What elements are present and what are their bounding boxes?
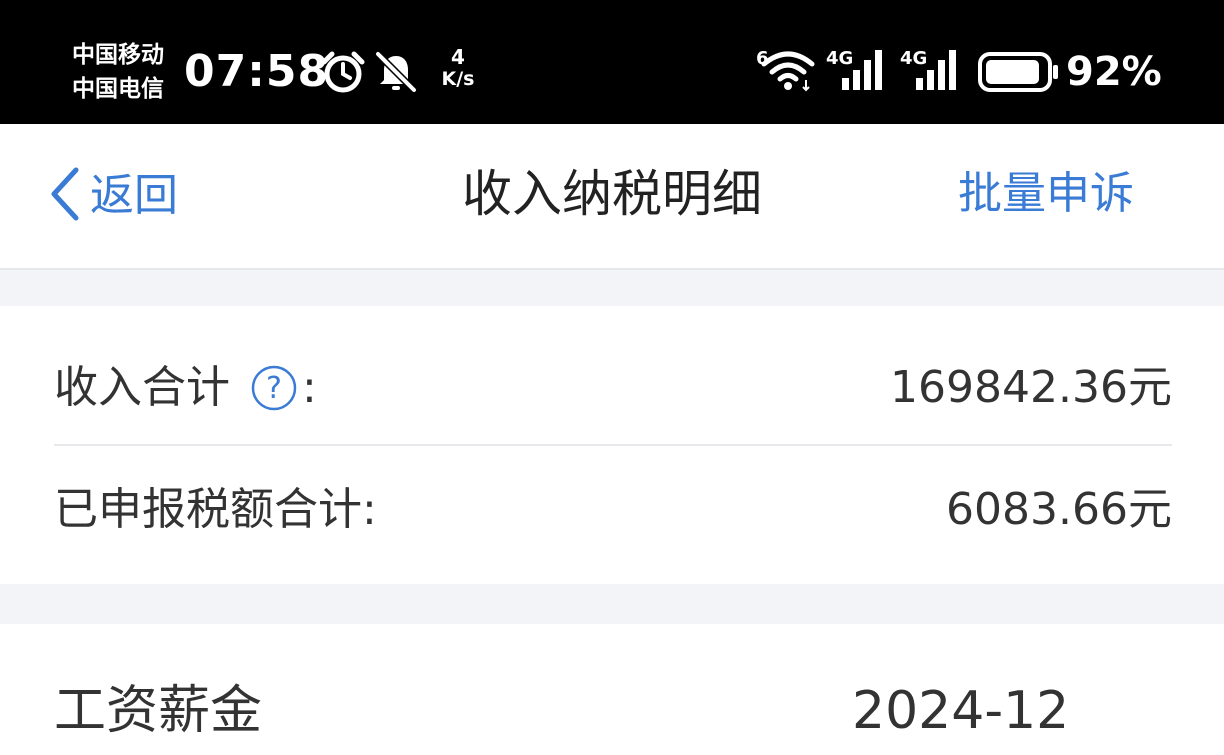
income-total-label-group: 收入合计 ? : (54, 358, 317, 418)
back-button[interactable]: 返回 (48, 166, 178, 226)
nav-bar: 返回 收入纳税明细 批量申诉 (0, 124, 1224, 270)
wifi-icon: 6 (756, 46, 818, 96)
battery-fill (986, 60, 1039, 84)
batch-appeal-button[interactable]: 批量申诉 (958, 164, 1134, 224)
network-speed: 4 K/s (434, 46, 482, 90)
chevron-left-icon (48, 166, 80, 226)
carrier-2: 中国电信 (72, 76, 164, 102)
income-total-colon: : (302, 362, 317, 413)
wifi-label: 6 (756, 48, 769, 69)
clock: 07:58 (184, 46, 330, 97)
tax-total-label: 已申报税额合计: (54, 484, 377, 535)
carrier-1: 中国移动 (72, 42, 164, 68)
income-type: 工资薪金 (54, 681, 263, 741)
income-period: 2024-12 (852, 681, 1070, 741)
carrier-names: 中国移动 中国电信 (72, 38, 182, 106)
income-total-label: 收入合计 (54, 362, 230, 413)
back-label: 返回 (90, 170, 178, 221)
signal-2-label: 4G (900, 48, 927, 69)
signal-1-label: 4G (826, 48, 853, 69)
tax-total-row: 已申报税额合计: 6083.66元 (54, 456, 1172, 566)
income-total-value: 169842.36元 (890, 362, 1172, 413)
battery-icon (978, 52, 1060, 96)
help-icon[interactable]: ? (250, 364, 298, 412)
list-item[interactable]: 工资薪金 2024-12 (0, 624, 1224, 755)
network-speed-unit: K/s (441, 68, 475, 90)
tax-total-value: 6083.66元 (946, 484, 1172, 535)
svg-text:?: ? (266, 371, 282, 406)
bell-off-icon (374, 50, 418, 98)
network-speed-value: 4 (451, 45, 465, 69)
signal-icon: 4G (826, 46, 890, 96)
alarm-icon (320, 50, 366, 98)
status-bar: 中国移动 中国电信 07:58 4 K/s 6 4G 4G 92% (0, 0, 1224, 124)
income-total-row: 收入合计 ? : 169842.36元 (54, 334, 1172, 444)
signal-icon: 4G (900, 46, 964, 96)
summary-divider (54, 444, 1172, 446)
battery-percent: 92% (1066, 49, 1162, 95)
